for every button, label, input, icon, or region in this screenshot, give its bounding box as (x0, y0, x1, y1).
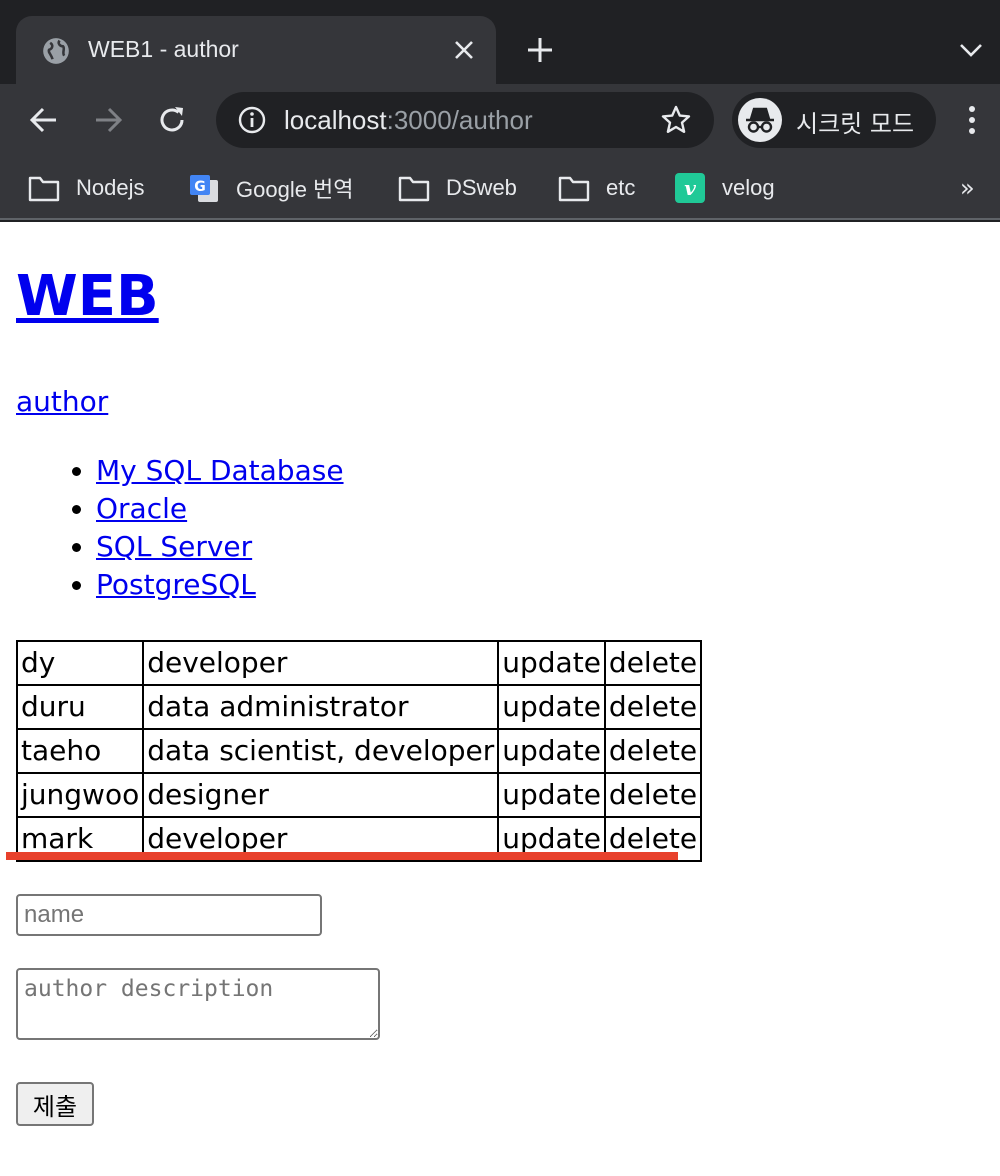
velog-icon: v (675, 173, 705, 203)
incognito-label: 시크릿 모드 (796, 110, 915, 138)
browser-toolbar: localhost:3000/author 시크릿 모드 (0, 84, 1000, 156)
bookmark-dsweb[interactable]: DSweb (398, 172, 517, 204)
submit-button[interactable]: 제출 (16, 1082, 94, 1126)
incognito-badge[interactable]: 시크릿 모드 (732, 92, 936, 148)
delete-cell: delete (603, 684, 703, 730)
update-cell: update (497, 728, 606, 774)
table-row: jungwoo designer update delete (15, 772, 703, 818)
folder-icon (28, 176, 60, 202)
bookmark-velog[interactable]: v velog (674, 172, 775, 204)
kebab-menu-icon[interactable] (958, 104, 986, 136)
table-row: duru data administrator update delete (15, 684, 703, 730)
author-description-cell: data administrator (142, 684, 500, 730)
database-link-oracle[interactable]: Oracle (96, 492, 187, 525)
list-item: My SQL Database (96, 452, 344, 490)
bookmark-google-translate[interactable]: G Google 번역 (188, 172, 354, 204)
bookmark-nodejs[interactable]: Nodejs (28, 172, 144, 204)
bookmark-label: DSweb (446, 175, 517, 200)
url-host: localhost (284, 105, 387, 135)
back-arrow-icon[interactable] (26, 102, 62, 138)
svg-text:v: v (684, 176, 696, 200)
list-item: Oracle (96, 490, 344, 528)
database-link-postgresql[interactable]: PostgreSQL (96, 568, 256, 601)
bookmarks-overflow-button[interactable]: » (960, 174, 975, 202)
delete-cell: delete (603, 640, 703, 686)
author-description-cell: designer (142, 772, 500, 818)
bookmarks-bar: Nodejs G Google 번역 DSweb etc v velog » (0, 156, 1000, 220)
svg-text:G: G (194, 179, 206, 195)
database-list: My SQL Database Oracle SQL Server Postgr… (56, 452, 344, 604)
name-input[interactable] (16, 894, 322, 936)
close-icon[interactable] (452, 38, 476, 62)
list-item: SQL Server (96, 528, 344, 566)
table-row: dy developer update delete (15, 640, 703, 686)
author-name-cell: dy (15, 640, 145, 686)
info-icon[interactable] (238, 106, 266, 134)
list-item: PostgreSQL (96, 566, 344, 604)
url-text: localhost:3000/author (284, 105, 533, 136)
address-bar[interactable]: localhost:3000/author (216, 92, 714, 148)
update-cell: update (497, 772, 606, 818)
delete-cell: delete (603, 728, 703, 774)
globe-icon (43, 38, 69, 64)
folder-icon (398, 176, 430, 202)
folder-icon (558, 176, 590, 202)
chevron-down-icon[interactable] (958, 40, 984, 60)
delete-cell: delete (603, 772, 703, 818)
table-row: taeho data scientist, developer update d… (15, 728, 703, 774)
incognito-avatar (738, 98, 782, 142)
update-cell: update (497, 684, 606, 730)
page-title: WEB (16, 262, 159, 332)
database-link-sql-server[interactable]: SQL Server (96, 530, 252, 563)
bookmark-label: velog (722, 175, 775, 200)
author-description-cell: data scientist, developer (142, 728, 500, 774)
reload-icon[interactable] (154, 102, 190, 138)
tab-title: WEB1 - author (88, 36, 239, 62)
forward-arrow-icon[interactable] (90, 102, 126, 138)
highlight-underline (6, 852, 678, 860)
author-name-cell: duru (15, 684, 145, 730)
tab-strip: WEB1 - author (0, 0, 1000, 84)
star-icon[interactable] (660, 104, 692, 136)
bookmark-label: Nodejs (76, 175, 145, 200)
author-link[interactable]: author (16, 384, 108, 420)
author-table: dy developer update delete duru data adm… (15, 640, 703, 862)
update-cell: update (497, 640, 606, 686)
incognito-icon (746, 107, 774, 133)
active-tab[interactable]: WEB1 - author (16, 16, 496, 84)
bookmark-label: Google 번역 (236, 177, 354, 202)
bookmark-label: etc (606, 175, 636, 200)
bookmark-etc[interactable]: etc (558, 172, 635, 204)
browser-chrome: WEB1 - author localhost:3000/author 시크릿 … (0, 0, 1000, 222)
author-name-cell: taeho (15, 728, 145, 774)
web-page: WEB author My SQL Database Oracle SQL Se… (0, 222, 1000, 1176)
author-name-cell: jungwoo (15, 772, 145, 818)
url-path: :3000/author (386, 105, 533, 135)
google-translate-icon: G (190, 175, 218, 202)
author-description-textarea[interactable] (16, 968, 380, 1040)
new-tab-plus-icon[interactable] (524, 34, 556, 66)
author-description-cell: developer (142, 640, 500, 686)
database-link-mysql[interactable]: My SQL Database (96, 454, 344, 487)
home-link[interactable]: WEB (16, 264, 159, 329)
